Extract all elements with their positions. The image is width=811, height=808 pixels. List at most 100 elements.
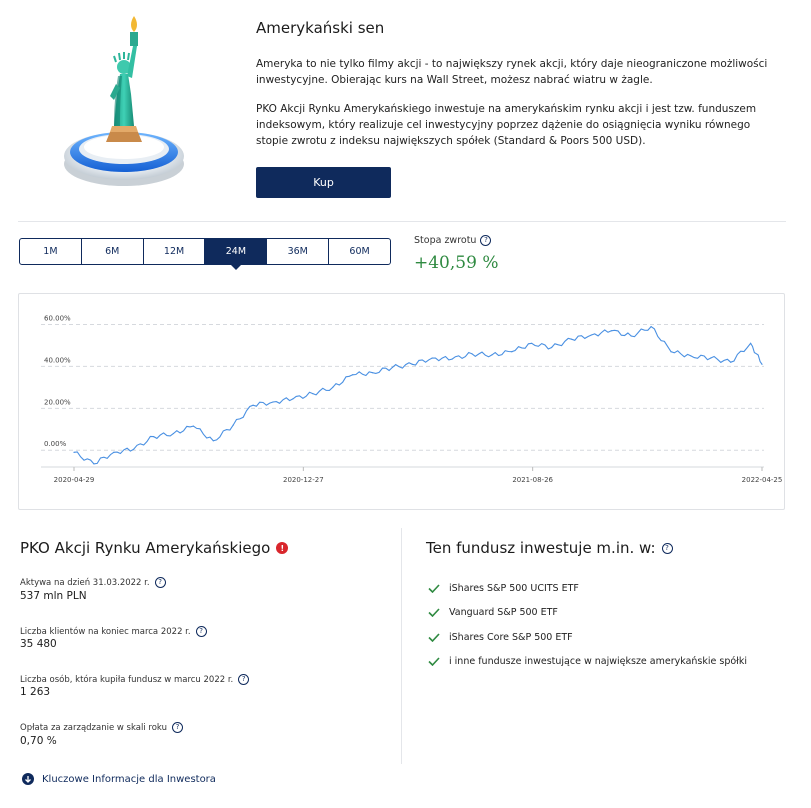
list-item-text: iShares Core S&P 500 ETF: [449, 631, 573, 643]
stat-value-clients: 35 480: [20, 638, 57, 650]
data-point: [750, 342, 752, 344]
data-point: [710, 357, 712, 359]
help-icon[interactable]: ?: [661, 542, 673, 554]
arrow-down-icon: [22, 773, 34, 785]
invests-list: iShares S&P 500 UCITS ETF Vanguard S&P 5…: [428, 576, 747, 674]
data-point: [391, 366, 394, 369]
stat-label-fee: Opłata za zarządzanie w skali roku ?: [20, 722, 183, 733]
data-point: [431, 357, 433, 359]
data-point: [252, 404, 254, 406]
statue-of-liberty-icon: [64, 16, 184, 186]
data-point: [411, 363, 413, 365]
fund-name: PKO Akcji Rynku Amerykańskiego: [20, 539, 271, 557]
period-tab-24m[interactable]: 24M: [204, 239, 267, 270]
fund-title: PKO Akcji Rynku Amerykańskiego !: [20, 539, 289, 557]
check-icon: [428, 657, 440, 667]
stat-value-assets: 537 mln PLN: [20, 590, 87, 602]
list-item-text: i inne fundusze inwestujące w największe…: [449, 656, 748, 668]
check-icon: [428, 584, 440, 593]
data-point: [690, 355, 692, 357]
data-point: [471, 353, 473, 355]
data-point: [93, 463, 95, 465]
data-point: [630, 335, 632, 337]
data-point: [531, 342, 533, 344]
column-divider: [401, 528, 402, 764]
data-point: [491, 354, 493, 356]
data-point: [371, 372, 374, 374]
x-tick-label: 2022-04-25: [742, 476, 783, 484]
list-item: Vanguard S&P 500 ETF: [428, 601, 747, 626]
return-label: Stopa zwrotu ?: [414, 235, 492, 246]
stat-label-text: Aktywa na dzień 31.03.2022 r.: [20, 577, 150, 588]
data-point: [73, 451, 75, 453]
kiid-link-text: Kluczowe Informacje dla Inwestora: [42, 773, 216, 785]
list-item-text: Vanguard S&P 500 ETF: [449, 607, 558, 619]
check-icon: [428, 608, 440, 618]
data-point: [332, 386, 334, 388]
data-point: [670, 351, 672, 353]
data-point: [590, 334, 593, 336]
data-point: [133, 448, 135, 450]
hero-paragraph-2: PKO Akcji Rynku Amerykańskiego inwestuje…: [256, 103, 757, 147]
stat-label-buyers: Liczba osób, która kupiła fundusz w marc…: [20, 674, 250, 685]
data-point: [312, 393, 314, 395]
hero-title: Amerykański sen: [256, 19, 385, 37]
data-point: [232, 424, 234, 426]
data-point: [272, 401, 274, 403]
x-tick-label: 2021-08-26: [512, 476, 553, 484]
data-point: [352, 374, 354, 376]
stat-label-text: Liczba osób, która kupiła fundusz w marc…: [20, 674, 234, 685]
help-icon[interactable]: ?: [480, 235, 492, 246]
help-icon[interactable]: ?: [238, 674, 250, 685]
invests-title: Ten fundusz inwestuje m.in. w: ?: [426, 539, 673, 557]
data-point: [610, 330, 612, 332]
data-point: [212, 440, 214, 442]
data-point: [761, 363, 763, 365]
stat-value-buyers: 1 263: [20, 686, 51, 698]
stat-label-text: Opłata za zarządzanie w skali roku: [20, 722, 167, 733]
check-icon: [428, 633, 440, 642]
x-tick-label: 2020-12-27: [283, 476, 324, 484]
list-item: i inne fundusze inwestujące w największe…: [428, 650, 747, 675]
y-tick-label: 0.00%: [44, 440, 67, 448]
stat-label-assets: Aktywa na dzień 31.03.2022 r. ?: [20, 577, 166, 588]
data-point: [153, 436, 155, 438]
data-point: [511, 351, 513, 353]
list-item: iShares Core S&P 500 ETF: [428, 625, 747, 650]
x-tick-label: 2020-04-29: [54, 476, 95, 484]
return-value: +40,59 %: [414, 253, 499, 273]
performance-chart: 0.00% 20.00% 40.00% 60.00% 2020-04-29 2020-12…: [18, 293, 785, 510]
data-point: [172, 432, 175, 435]
data-point: [551, 346, 553, 349]
invests-title-text: Ten fundusz inwestuje m.in. w:: [426, 539, 656, 557]
data-point: [113, 451, 115, 453]
kiid-link[interactable]: Kluczowe Informacje dla Inwestora: [22, 773, 216, 785]
alert-icon[interactable]: !: [276, 542, 289, 554]
period-selector: 1M 6M 12M 24M 36M 60M: [19, 238, 391, 270]
stat-label-text: Liczba klientów na koniec marca 2022 r.: [20, 626, 191, 637]
data-point: [650, 325, 652, 328]
period-tab-36m[interactable]: 36M: [266, 239, 328, 264]
period-tab-6m[interactable]: 6M: [80, 239, 143, 264]
divider: [18, 221, 786, 222]
help-icon[interactable]: ?: [195, 626, 207, 637]
buy-button[interactable]: Kup: [256, 167, 391, 198]
stat-label-clients: Liczba klientów na koniec marca 2022 r. …: [20, 626, 207, 637]
hero-paragraph-1: Ameryka to nie tylko filmy akcji - to na…: [256, 58, 768, 86]
data-point: [451, 358, 453, 360]
period-tab-60m[interactable]: 60M: [328, 239, 390, 264]
return-label-text: Stopa zwrotu: [414, 235, 477, 246]
help-icon[interactable]: ?: [154, 577, 166, 588]
y-tick-label: 60.00%: [44, 314, 71, 322]
data-point: [570, 338, 573, 340]
chart-svg: 0.00% 20.00% 40.00% 60.00% 2020-04-29 2020-12…: [41, 314, 783, 484]
series-line: [73, 325, 763, 465]
period-tab-12m[interactable]: 12M: [142, 239, 205, 264]
period-tab-1m[interactable]: 1M: [20, 239, 81, 264]
y-tick-label: 20.00%: [44, 398, 71, 406]
stat-value-fee: 0,70 %: [20, 735, 57, 747]
list-item: iShares S&P 500 UCITS ETF: [428, 576, 747, 601]
help-icon[interactable]: ?: [171, 722, 183, 733]
y-tick-label: 40.00%: [44, 356, 71, 364]
list-item-text: iShares S&P 500 UCITS ETF: [449, 582, 579, 594]
